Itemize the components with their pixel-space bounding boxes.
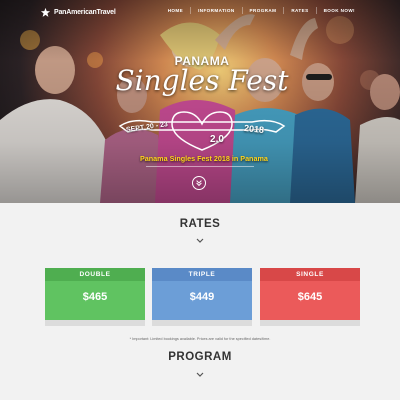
nav-menu: HOME INFORMATION PROGRAM RATES BOOK NOW! — [161, 7, 362, 14]
rate-card-single[interactable]: SINGLE $645 — [260, 268, 360, 326]
nav-item-information[interactable]: INFORMATION — [191, 7, 243, 14]
logo-text: PanAmericanTravel — [54, 8, 116, 16]
double-chevron-down-icon — [196, 180, 202, 187]
scroll-down-button[interactable] — [192, 176, 206, 190]
rate-card-name: TRIPLE — [152, 268, 252, 281]
chevron-down-icon — [196, 238, 204, 243]
fest-year: 2018 — [243, 122, 265, 136]
rate-card-name: SINGLE — [260, 268, 360, 281]
rate-card-footer — [260, 320, 360, 326]
hero-divider — [146, 166, 254, 167]
nav-item-program[interactable]: PROGRAM — [243, 7, 285, 14]
rate-card-price: $645 — [297, 291, 323, 303]
hero-banner: PanAmericanTravel HOME INFORMATION PROGR… — [0, 0, 400, 203]
chevron-down-icon — [196, 372, 204, 377]
navbar: PanAmericanTravel HOME INFORMATION PROGR… — [0, 0, 400, 22]
rates-title: RATES — [179, 218, 221, 230]
fest-logo: PANAMA Singles Fest SEPT 20 - 23 2.0 201… — [112, 54, 292, 154]
rate-card-triple[interactable]: TRIPLE $449 — [152, 268, 252, 326]
nav-item-rates[interactable]: RATES — [284, 7, 317, 14]
page: PanAmericanTravel HOME INFORMATION PROGR… — [0, 0, 400, 400]
rate-card-price: $449 — [189, 291, 215, 303]
rate-card-name: DOUBLE — [45, 268, 145, 281]
star-icon — [40, 7, 51, 17]
program-title: PROGRAM — [168, 351, 232, 363]
rate-card-double[interactable]: DOUBLE $465 — [45, 268, 145, 326]
rate-card-price: $465 — [82, 291, 108, 303]
rate-card-footer — [45, 320, 145, 326]
rates-note: * Important: Limited bookings available.… — [129, 337, 271, 341]
fest-logo-title: Singles Fest — [115, 64, 289, 97]
rate-card-footer — [152, 320, 252, 326]
nav-item-book-now[interactable]: BOOK NOW! — [317, 7, 362, 14]
site-logo[interactable]: PanAmericanTravel — [40, 6, 116, 18]
nav-item-home[interactable]: HOME — [161, 7, 192, 14]
fest-version: 2.0 — [210, 134, 224, 145]
hero-caption: Panama Singles Fest 2018 in Panama — [140, 154, 268, 163]
